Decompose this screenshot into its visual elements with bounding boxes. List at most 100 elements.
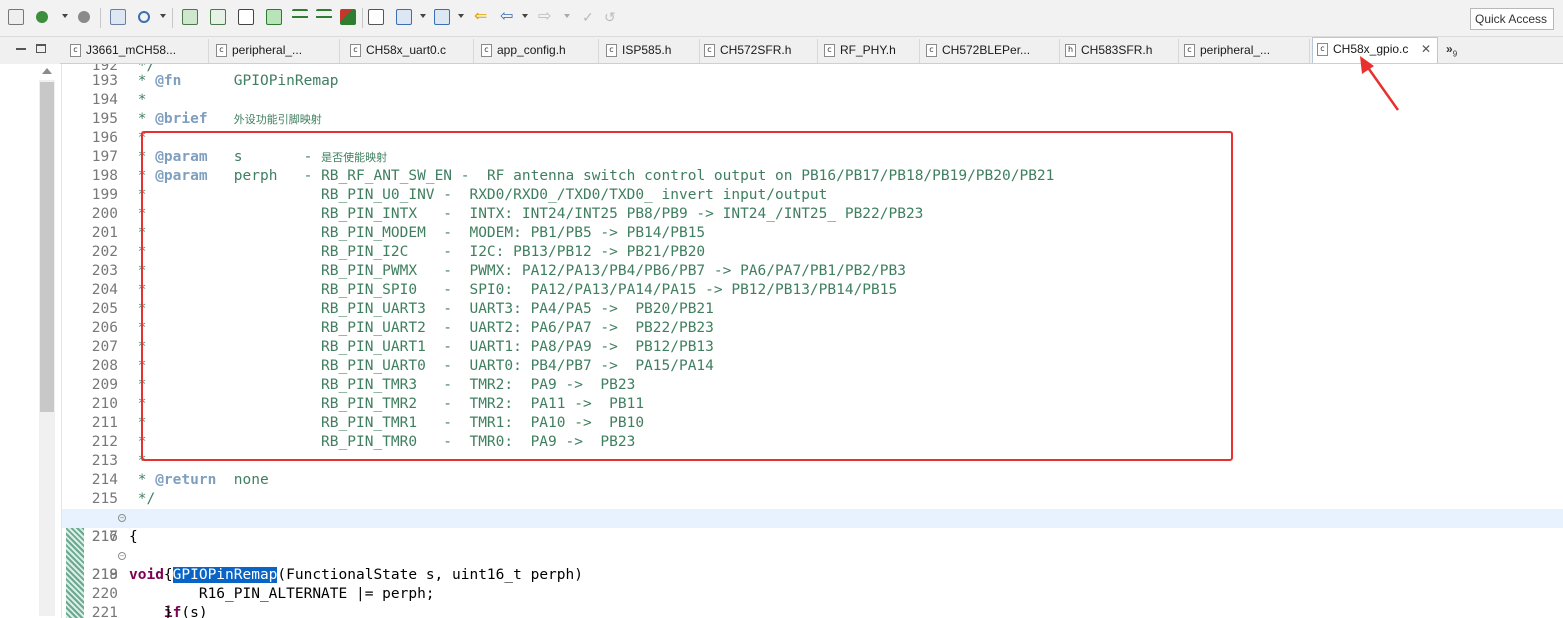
- step-over-icon[interactable]: [316, 9, 332, 25]
- code-line: 203 * RB_PIN_PWMX - PWMX: PA12/PA13/PB4/…: [62, 262, 1563, 281]
- perspective-icon[interactable]: [434, 9, 450, 25]
- toolbar-divider: [362, 8, 363, 28]
- line-number: 206: [91, 320, 118, 336]
- c-file-icon: c: [481, 44, 492, 57]
- tab-label: peripheral_...: [232, 43, 303, 57]
- tab-ch58x-gpio[interactable]: c CH58x_gpio.c ✕: [1312, 37, 1438, 63]
- chevron-down-icon[interactable]: [458, 14, 464, 18]
- code-line: 214 * @return none: [62, 471, 1563, 490]
- line-text: * RB_PIN_PWMX - PWMX: PA12/PA13/PB4/PB6/…: [129, 263, 906, 279]
- line-number: 210: [91, 396, 118, 412]
- line-number: 221: [91, 605, 118, 618]
- last-edit-icon[interactable]: ⇐: [474, 9, 490, 25]
- line-number: 202: [91, 244, 118, 260]
- open-file-icon[interactable]: [110, 9, 126, 25]
- line-text: * @return none: [129, 472, 269, 488]
- info-icon[interactable]: [210, 9, 226, 25]
- code-line: 198 * @param perph - RB_RF_ANT_SW_EN - R…: [62, 167, 1563, 186]
- hidden-tab-count: 9: [1452, 49, 1458, 59]
- tab-label: app_config.h: [497, 43, 566, 57]
- tab-peripheral-2[interactable]: c peripheral_...: [1180, 39, 1310, 63]
- tab-isp585[interactable]: c ISP585.h: [602, 39, 700, 63]
- line-text: *: [129, 453, 147, 469]
- pin-icon[interactable]: ✓: [582, 9, 598, 25]
- line-text: * @param s - 是否使能映射: [129, 149, 388, 165]
- tab-ch572sfr[interactable]: c CH572SFR.h: [700, 39, 818, 63]
- forward-icon[interactable]: ⇨: [538, 9, 554, 25]
- debug-icon[interactable]: [78, 11, 90, 23]
- code-line: 219 {: [62, 566, 1563, 585]
- line-text: * RB_PIN_SPI0 - SPI0: PA12/PA13/PA14/PA1…: [129, 282, 898, 298]
- line-number: 205: [91, 301, 118, 317]
- chevron-down-icon[interactable]: [420, 14, 426, 18]
- step-into-icon[interactable]: [292, 9, 308, 25]
- edit-icon[interactable]: [340, 9, 356, 25]
- c-file-icon: c: [606, 44, 617, 57]
- line-number: 219: [91, 567, 118, 583]
- quick-access-field[interactable]: Quick Access: [1470, 8, 1554, 30]
- maximize-icon[interactable]: [36, 44, 46, 53]
- line-number: 200: [91, 206, 118, 222]
- tab-label: peripheral_...: [1200, 43, 1271, 57]
- build-icon[interactable]: [36, 11, 48, 23]
- code-line: 199 * RB_PIN_U0_INV - RXD0/RXD0_/TXD0/TX…: [62, 186, 1563, 205]
- tab-label: ISP585.h: [622, 43, 672, 57]
- tab-peripheral-1[interactable]: c peripheral_...: [212, 39, 340, 63]
- code-editor[interactable]: 192 */ 193 * @fn GPIOPinRemap 194 * 195 …: [62, 64, 1563, 618]
- minimize-icon[interactable]: [16, 48, 26, 50]
- chevron-down-icon[interactable]: [160, 14, 166, 18]
- code-line: 208 * RB_PIN_UART0 - UART0: PB4/PB7 -> P…: [62, 357, 1563, 376]
- code-line: 210 * RB_PIN_TMR2 - TMR2: PA11 -> PB11: [62, 395, 1563, 414]
- line-number: 211: [91, 415, 118, 431]
- new-icon[interactable]: [8, 9, 24, 25]
- line-number: 201: [91, 225, 118, 241]
- line-text: * RB_PIN_TMR3 - TMR2: PA9 -> PB23: [129, 377, 636, 393]
- line-number: 203: [91, 263, 118, 279]
- tab-label: CH58x_gpio.c: [1333, 42, 1409, 56]
- line-text: {: [129, 567, 173, 583]
- tab-ch583sfr[interactable]: h CH583SFR.h: [1061, 39, 1179, 63]
- code-line: 201 * RB_PIN_MODEM - MODEM: PB1/PB5 -> P…: [62, 224, 1563, 243]
- chevron-down-icon[interactable]: [62, 14, 68, 18]
- back-icon[interactable]: ⇦: [500, 9, 516, 25]
- tab-ch572bleper[interactable]: c CH572BLEPer...: [922, 39, 1060, 63]
- tab-ch58x-uart0[interactable]: c CH58x_uart0.c: [346, 39, 474, 63]
- tab-rf-phy[interactable]: c RF_PHY.h: [820, 39, 920, 63]
- sync-icon[interactable]: ↺: [604, 9, 620, 25]
- save-icon[interactable]: [182, 9, 198, 25]
- line-text: * @fn GPIOPinRemap: [129, 73, 339, 89]
- tab-app-config[interactable]: c app_config.h: [477, 39, 599, 63]
- line-number: 199: [91, 187, 118, 203]
- scrollbar-thumb[interactable]: [40, 82, 54, 412]
- layout-icon[interactable]: [396, 9, 412, 25]
- line-number: 194: [91, 92, 118, 108]
- console-icon[interactable]: [238, 9, 254, 25]
- line-text: * RB_PIN_INTX - INTX: INT24/INT25 PB8/PB…: [129, 206, 924, 222]
- search-icon[interactable]: [138, 11, 150, 23]
- line-number: 208: [91, 358, 118, 374]
- line-number: 207: [91, 339, 118, 355]
- tab-label: CH583SFR.h: [1081, 43, 1153, 57]
- more-tabs-button[interactable]: »9: [1446, 42, 1457, 58]
- overflow-icon: »: [1446, 42, 1453, 56]
- run-icon[interactable]: [266, 9, 282, 25]
- fold-toggle-icon[interactable]: −: [118, 552, 126, 560]
- tab-label: CH572SFR.h: [720, 43, 792, 57]
- code-line: 217 {: [62, 528, 1563, 547]
- fold-toggle-icon[interactable]: −: [118, 514, 126, 522]
- chevron-down-icon[interactable]: [522, 14, 528, 18]
- chevron-down-icon[interactable]: [564, 14, 570, 18]
- line-text: *: [129, 92, 147, 108]
- line-number: 197: [91, 149, 118, 165]
- line-text: *: [129, 130, 147, 146]
- close-icon[interactable]: ✕: [1421, 38, 1431, 60]
- tab-j3661[interactable]: c J3661_mCH58...: [66, 39, 209, 63]
- line-number: 217: [91, 529, 118, 545]
- scroll-up-icon[interactable]: [42, 68, 52, 74]
- view-icon[interactable]: [368, 9, 384, 25]
- tab-label: J3661_mCH58...: [86, 43, 177, 57]
- toolbar-divider: [100, 8, 101, 28]
- line-number: 196: [91, 130, 118, 146]
- code-line-current: 216 − void GPIOPinRemap(FunctionalState …: [62, 509, 1563, 583]
- line-text: * RB_PIN_UART0 - UART0: PB4/PB7 -> PA15/…: [129, 358, 714, 374]
